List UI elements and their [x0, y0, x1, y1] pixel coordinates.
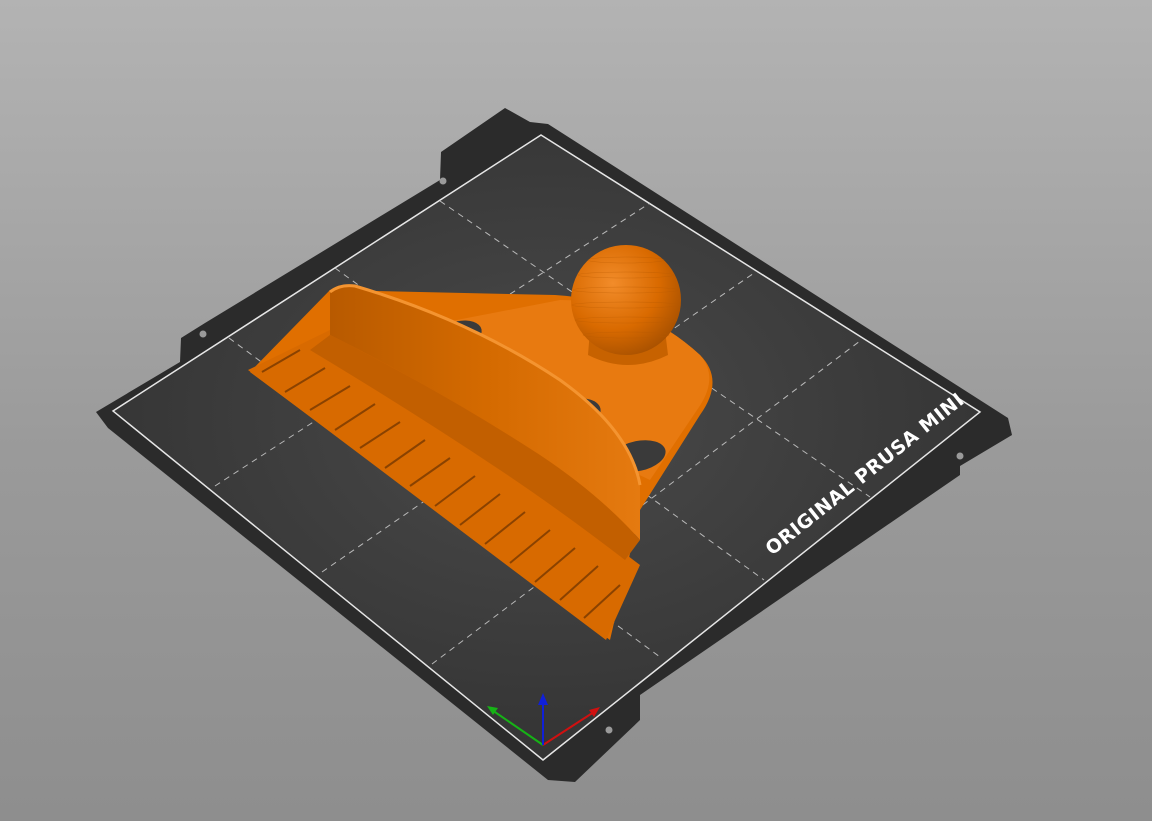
bed-hole	[956, 452, 964, 460]
scene-canvas[interactable]: ORIGINAL PRUSA MINI	[0, 0, 1152, 821]
bed-hole	[199, 330, 207, 338]
model-ball	[571, 245, 681, 355]
3d-viewport[interactable]: ORIGINAL PRUSA MINI	[0, 0, 1152, 821]
bed-hole	[439, 177, 447, 185]
bed-hole	[605, 726, 613, 734]
